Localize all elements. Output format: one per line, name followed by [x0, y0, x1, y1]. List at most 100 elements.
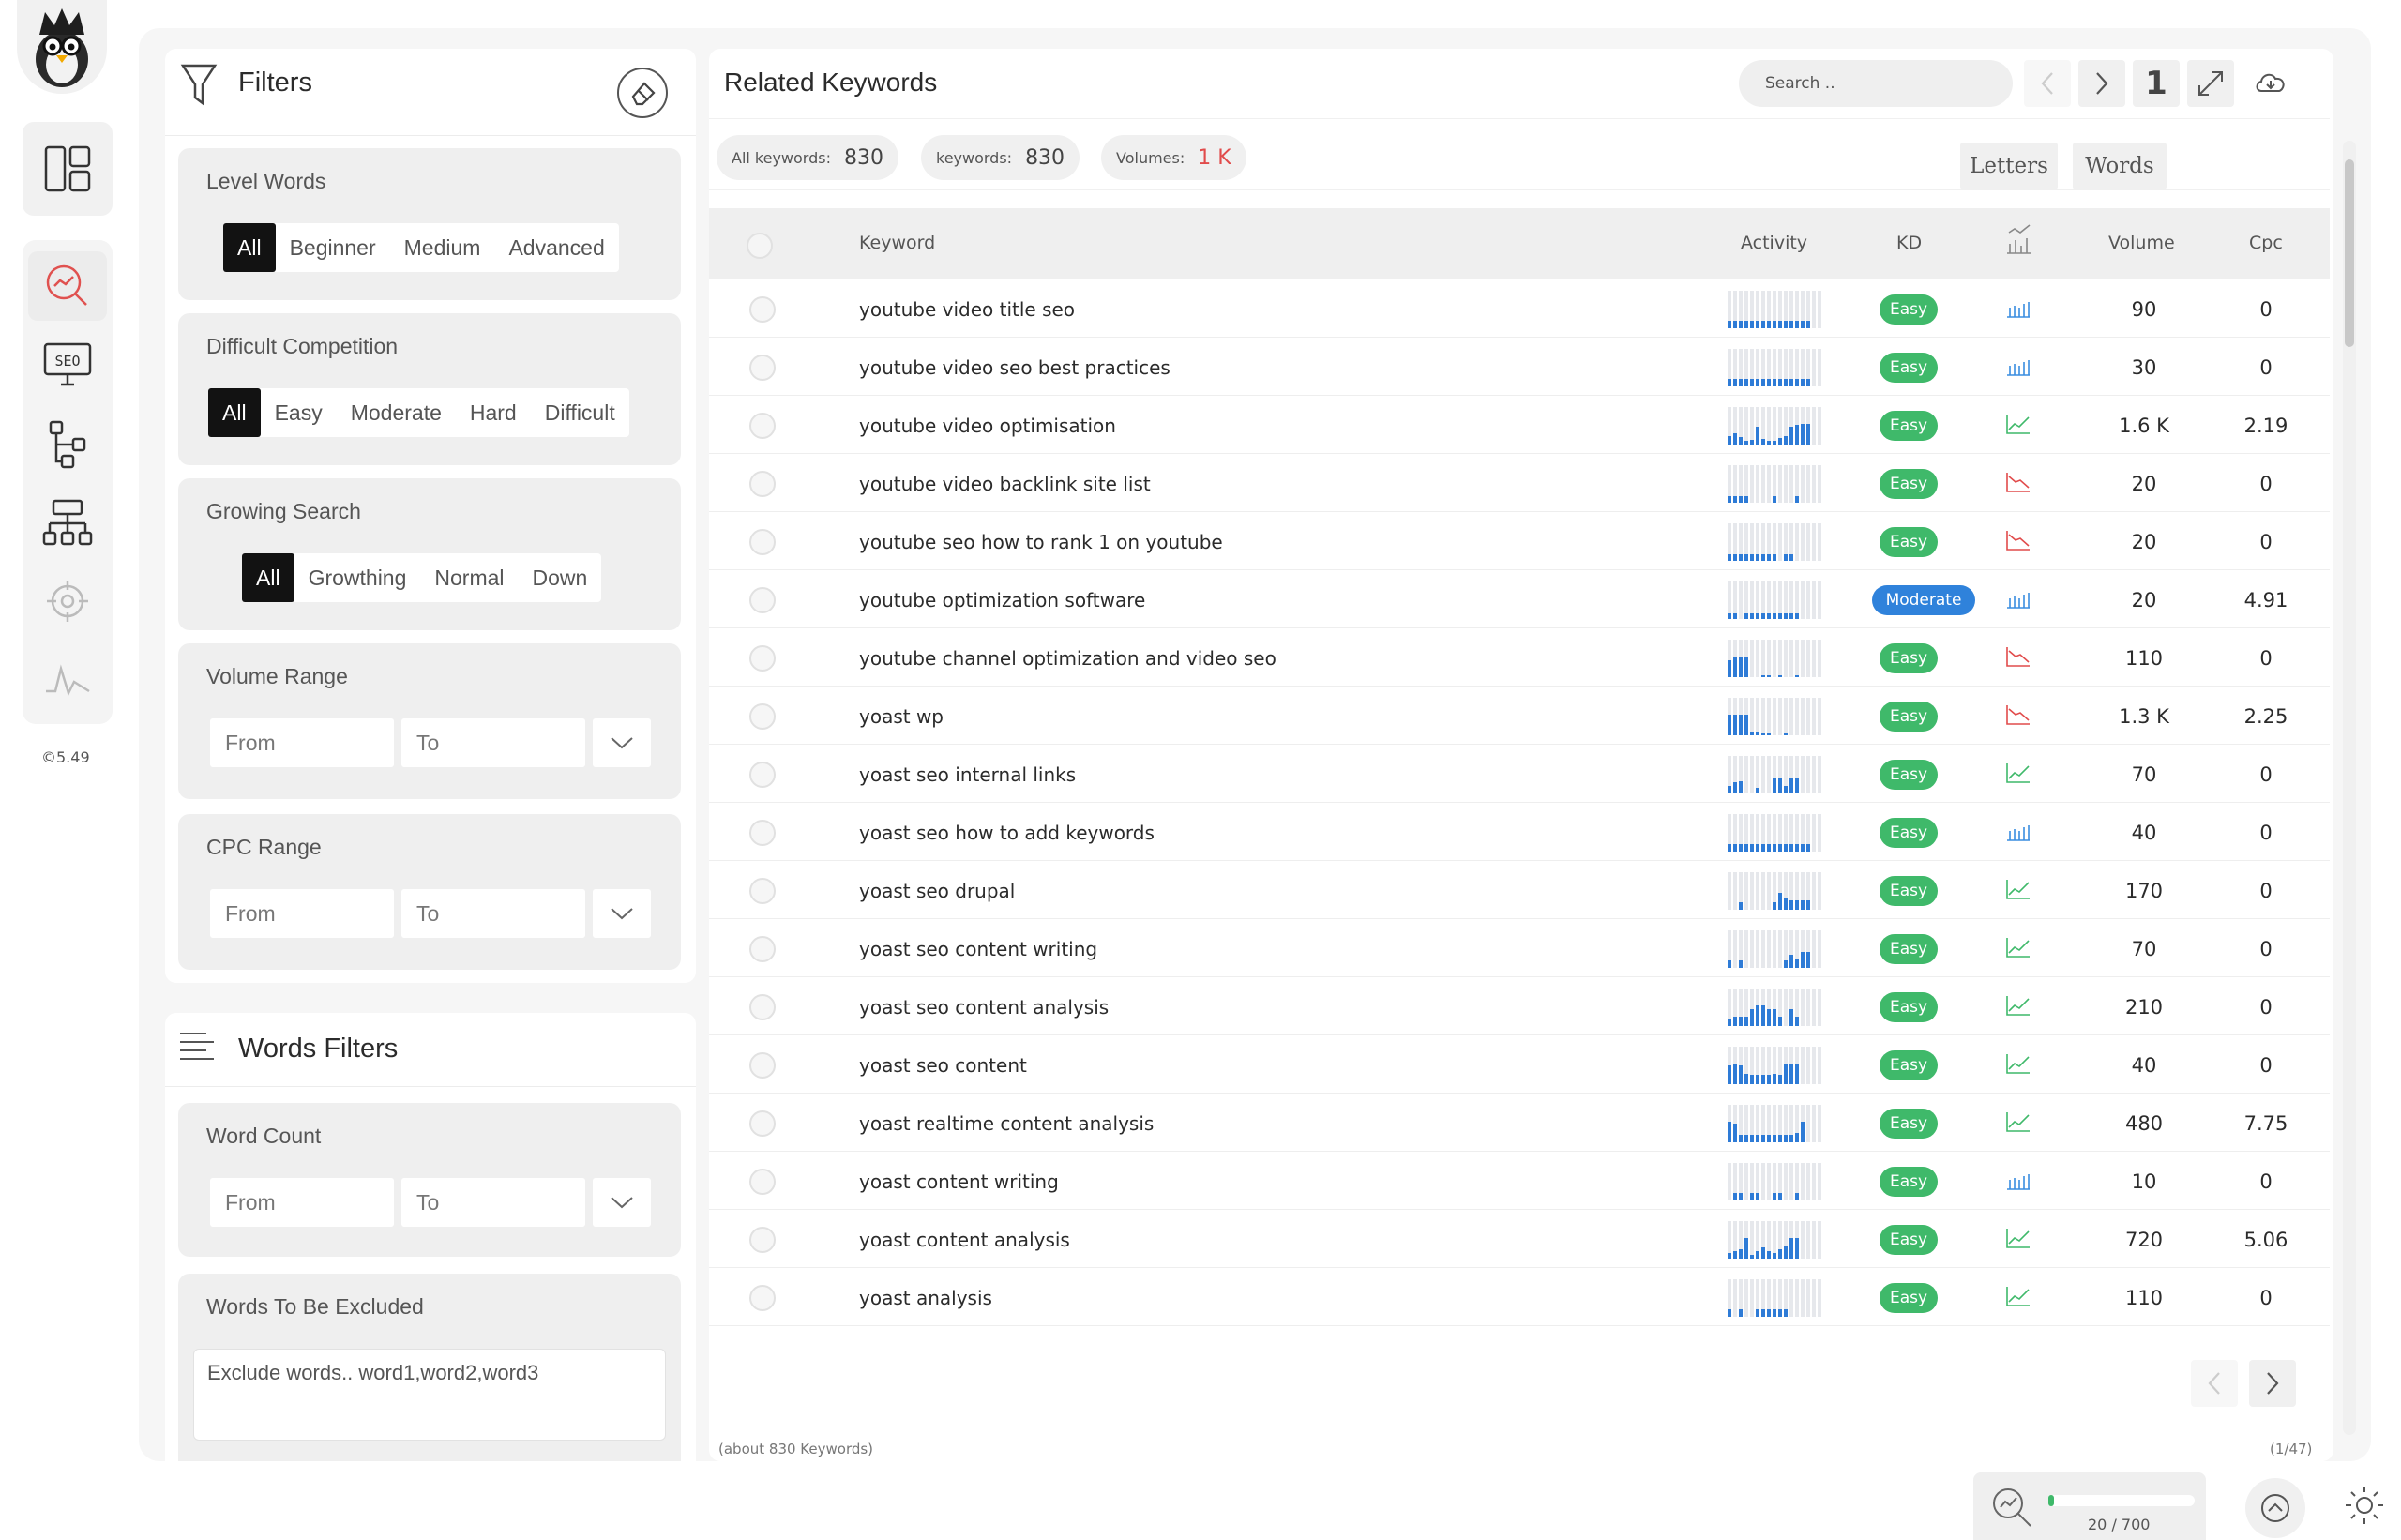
- keyword-text[interactable]: youtube optimization software: [859, 589, 1145, 611]
- table-row[interactable]: yoast seo content Easy 40 0: [709, 1035, 2330, 1094]
- trend-up-icon[interactable]: [2005, 1052, 2031, 1075]
- keyword-text[interactable]: youtube video seo best practices: [859, 356, 1170, 379]
- table-next-page-button[interactable]: [2249, 1360, 2296, 1407]
- table-row[interactable]: youtube optimization software Moderate 20 4…: [709, 570, 2330, 628]
- trend-chart-icon[interactable]: [2005, 223, 2033, 255]
- trend-up-icon[interactable]: [2005, 936, 2031, 959]
- trend-down-icon[interactable]: [2005, 645, 2031, 668]
- cpc-to-input[interactable]: To: [401, 889, 585, 938]
- keyword-text[interactable]: youtube video title seo: [859, 298, 1075, 321]
- row-checkbox[interactable]: [749, 1227, 776, 1253]
- dashboard-button[interactable]: [23, 122, 113, 216]
- table-row[interactable]: youtube video backlink site list Easy 20 0: [709, 454, 2330, 512]
- difficulty-option-difficult[interactable]: Difficult: [531, 388, 629, 437]
- level-option-advanced[interactable]: Advanced: [494, 223, 618, 272]
- row-checkbox[interactable]: [749, 762, 776, 788]
- growth-option-normal[interactable]: Normal: [420, 553, 518, 602]
- user-avatar[interactable]: [17, 0, 107, 94]
- expand-button[interactable]: [2187, 60, 2234, 107]
- volume-range-dropdown[interactable]: [593, 718, 651, 767]
- row-checkbox[interactable]: [749, 587, 776, 613]
- row-checkbox[interactable]: [749, 820, 776, 846]
- keyword-text[interactable]: yoast seo content: [859, 1054, 1027, 1077]
- trend-up-icon[interactable]: [2005, 1110, 2031, 1133]
- trend-flat-icon[interactable]: [2005, 355, 2031, 377]
- trend-up-icon[interactable]: [2005, 994, 2031, 1017]
- scrollbar-thumb[interactable]: [2345, 159, 2354, 347]
- words-view-button[interactable]: Words: [2073, 143, 2167, 189]
- row-checkbox[interactable]: [749, 1285, 776, 1311]
- keyword-text[interactable]: yoast analysis: [859, 1287, 992, 1309]
- keyword-text[interactable]: youtube video optimisation: [859, 415, 1116, 437]
- level-option-medium[interactable]: Medium: [390, 223, 495, 272]
- row-checkbox[interactable]: [749, 994, 776, 1020]
- row-checkbox[interactable]: [749, 1169, 776, 1195]
- table-row[interactable]: yoast realtime content analysis Easy 480 7.…: [709, 1094, 2330, 1152]
- pulse-button[interactable]: [28, 645, 107, 715]
- keyword-text[interactable]: yoast content analysis: [859, 1229, 1070, 1251]
- cpc-from-input[interactable]: From: [210, 889, 394, 938]
- table-row[interactable]: yoast content analysis Easy 720 5.06: [709, 1210, 2330, 1268]
- table-previous-page-button[interactable]: [2191, 1360, 2238, 1407]
- keyword-text[interactable]: yoast realtime content analysis: [859, 1112, 1154, 1135]
- volume-to-input[interactable]: To: [401, 718, 585, 767]
- vertical-scrollbar[interactable]: [2343, 141, 2356, 1435]
- growth-option-growthing[interactable]: Growthing: [294, 553, 421, 602]
- level-option-all[interactable]: All: [223, 223, 276, 272]
- growth-option-all[interactable]: All: [242, 553, 294, 602]
- table-row[interactable]: yoast analysis Easy 110 0: [709, 1268, 2330, 1326]
- word-count-dropdown[interactable]: [593, 1178, 651, 1227]
- trend-flat-icon[interactable]: [2005, 1169, 2031, 1191]
- column-kd[interactable]: KD: [1896, 233, 1922, 253]
- row-checkbox[interactable]: [749, 936, 776, 962]
- keyword-text[interactable]: youtube video backlink site list: [859, 473, 1151, 495]
- row-checkbox[interactable]: [749, 355, 776, 381]
- difficulty-option-easy[interactable]: Easy: [261, 388, 337, 437]
- trend-up-icon[interactable]: [2005, 1285, 2031, 1307]
- previous-button[interactable]: [2024, 60, 2071, 107]
- trend-down-icon[interactable]: [2005, 703, 2031, 726]
- difficulty-option-moderate[interactable]: Moderate: [337, 388, 456, 437]
- row-checkbox[interactable]: [749, 471, 776, 497]
- trend-down-icon[interactable]: [2005, 471, 2031, 493]
- keyword-search-input[interactable]: Search ..: [1739, 60, 2013, 107]
- keyword-text[interactable]: yoast wp: [859, 705, 944, 728]
- keyword-text[interactable]: yoast seo content analysis: [859, 996, 1109, 1019]
- next-button[interactable]: [2078, 60, 2125, 107]
- difficulty-option-all[interactable]: All: [208, 388, 261, 437]
- theme-toggle-button[interactable]: [2341, 1482, 2388, 1529]
- table-row[interactable]: youtube seo how to rank 1 on youtube Easy…: [709, 512, 2330, 570]
- column-cpc[interactable]: Cpc: [2249, 233, 2283, 253]
- table-row[interactable]: youtube video optimisation Easy 1.6 K 2.19: [709, 396, 2330, 454]
- row-checkbox[interactable]: [749, 1110, 776, 1137]
- letters-view-button[interactable]: Letters: [1960, 143, 2058, 189]
- growth-option-down[interactable]: Down: [519, 553, 602, 602]
- trend-up-icon[interactable]: [2005, 762, 2031, 784]
- table-row[interactable]: yoast seo content writing Easy 70 0: [709, 919, 2330, 977]
- table-row[interactable]: youtube video seo best practices Easy 30 0: [709, 338, 2330, 396]
- table-row[interactable]: yoast seo internal links Easy 70 0: [709, 745, 2330, 803]
- keyword-text[interactable]: yoast seo content writing: [859, 938, 1097, 960]
- table-row[interactable]: youtube video title seo Easy 90 0: [709, 279, 2330, 338]
- keyword-text[interactable]: yoast content writing: [859, 1170, 1059, 1193]
- keyword-text[interactable]: youtube channel optimization and video s…: [859, 647, 1276, 670]
- table-row[interactable]: youtube channel optimization and video s…: [709, 628, 2330, 687]
- table-row[interactable]: yoast seo drupal Easy 170 0: [709, 861, 2330, 919]
- keyword-text[interactable]: yoast seo how to add keywords: [859, 822, 1155, 844]
- level-option-beginner[interactable]: Beginner: [276, 223, 390, 272]
- cpc-range-dropdown[interactable]: [593, 889, 651, 938]
- table-row[interactable]: yoast seo content analysis Easy 210 0: [709, 977, 2330, 1035]
- column-volume[interactable]: Volume: [2108, 233, 2175, 253]
- scroll-to-top-button[interactable]: [2245, 1478, 2305, 1538]
- select-all-checkbox[interactable]: [747, 233, 773, 259]
- trend-flat-icon[interactable]: [2005, 587, 2031, 610]
- trend-down-icon[interactable]: [2005, 529, 2031, 551]
- clear-filters-button[interactable]: [617, 68, 668, 118]
- word-count-to-input[interactable]: To: [401, 1178, 585, 1227]
- row-checkbox[interactable]: [749, 413, 776, 439]
- keyword-text[interactable]: youtube seo how to rank 1 on youtube: [859, 531, 1223, 553]
- trend-up-icon[interactable]: [2005, 1227, 2031, 1249]
- download-button[interactable]: [2247, 60, 2294, 107]
- volume-from-input[interactable]: From: [210, 718, 394, 767]
- page-indicator[interactable]: 1: [2133, 60, 2180, 107]
